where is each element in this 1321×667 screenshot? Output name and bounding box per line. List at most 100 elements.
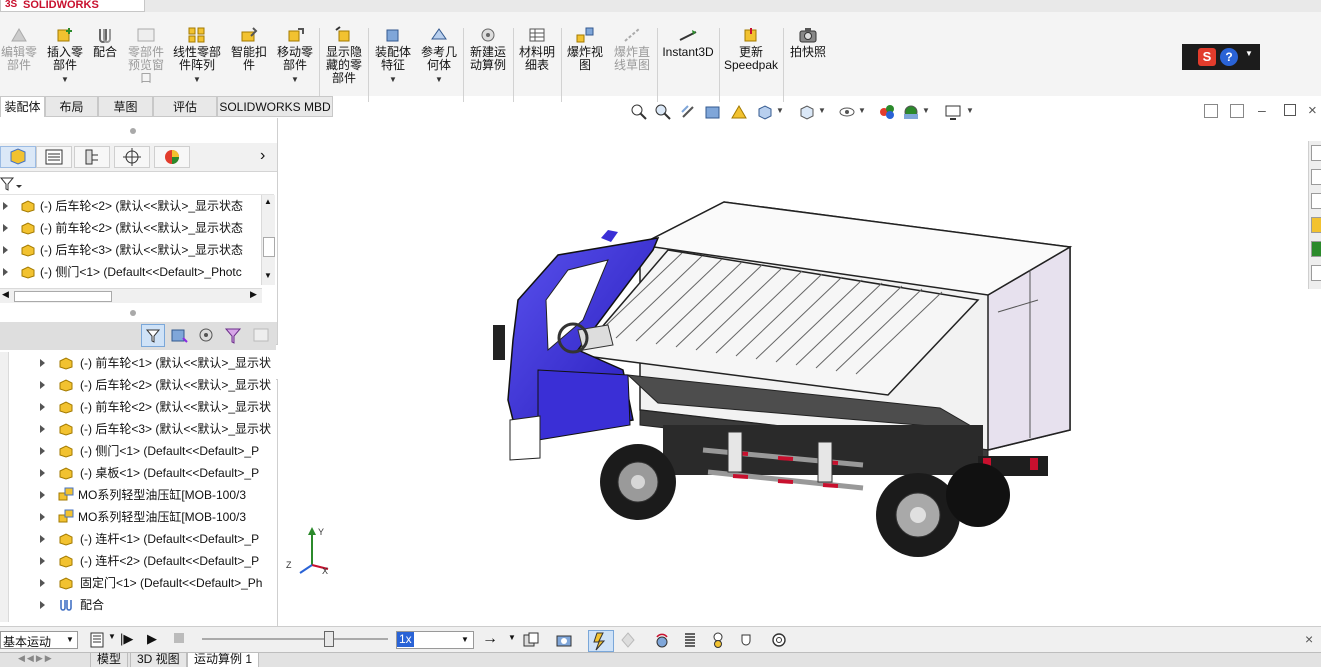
expand-arrow-icon[interactable] (3, 202, 8, 210)
tab-layout[interactable]: 布局 (45, 96, 98, 117)
tree-item[interactable]: (-) 桌板<1> (Default<<Default>_P (0, 462, 276, 484)
reference-geometry-button[interactable]: 参考几 何体 ▼ (418, 26, 460, 86)
expand-arrow-icon[interactable] (40, 579, 45, 587)
smart-fasteners-button[interactable]: 智能扣 件 (228, 26, 270, 72)
appearances-icon[interactable] (1311, 241, 1321, 257)
tree-item[interactable]: 配合 (0, 594, 276, 616)
assembly-features-button[interactable]: 装配体 特征 ▼ (372, 26, 414, 86)
display-style-icon[interactable] (798, 104, 816, 120)
section-view-icon[interactable] (704, 104, 722, 120)
zoom-to-fit-icon[interactable] (630, 104, 648, 120)
tree-item[interactable]: (-) 前车轮<2> (默认<<默认>_显示状 (0, 396, 276, 418)
view-settings-icon[interactable] (944, 104, 962, 120)
scroll-down-icon[interactable]: ▼ (264, 271, 272, 280)
solidworks-logo[interactable]: 3S SOLIDWORKS (0, 0, 145, 12)
panel-left-icon[interactable] (1204, 104, 1218, 118)
filter-icon[interactable] (0, 176, 22, 192)
chevron-down-icon[interactable]: ▼ (418, 73, 460, 86)
help-icon[interactable]: ? (1220, 48, 1238, 66)
tab-3d-views[interactable]: 3D 视图 (130, 653, 187, 667)
vertical-scrollbar[interactable] (0, 352, 9, 622)
expand-arrow-icon[interactable] (40, 425, 45, 433)
close-icon[interactable]: × (1308, 102, 1317, 119)
settings-gear-icon[interactable] (771, 632, 787, 648)
apply-scene-icon[interactable] (902, 104, 920, 120)
expand-arrow-icon[interactable] (40, 359, 45, 367)
mate-button[interactable]: 配合 (90, 26, 120, 59)
expand-arrow-icon[interactable] (40, 535, 45, 543)
filter-components-icon[interactable] (170, 326, 192, 346)
chevron-down-icon[interactable]: ▼ (66, 635, 74, 644)
chevron-down-icon[interactable]: ▼ (108, 632, 116, 641)
update-speedpak-button[interactable]: 更新 Speedpak (722, 26, 780, 72)
save-animation-icon[interactable] (523, 632, 539, 648)
study-type-select[interactable]: 基本运动 ▼ (0, 631, 78, 649)
tree-item[interactable]: (-) 连杆<2> (Default<<Default>_P (0, 550, 276, 572)
tree-item[interactable]: (-) 后车轮<3> (默认<<默认>_显示状 (0, 418, 276, 440)
chevron-down-icon[interactable]: ▼ (776, 106, 784, 115)
stop-icon[interactable] (174, 633, 184, 643)
tree-item[interactable]: (-) 后车轮<2> (默认<<默认>_显示状 (0, 374, 276, 396)
play-icon[interactable]: ▶ (147, 631, 157, 647)
scroll-left-icon[interactable]: ◀ (2, 289, 9, 300)
view-orientation-icon[interactable] (756, 104, 774, 120)
tab-motion-study-1[interactable]: 运动算例 1 (187, 653, 260, 667)
chevron-down-icon[interactable]: ▼ (508, 633, 516, 642)
splitter-handle[interactable] (130, 310, 136, 316)
view-palette-icon[interactable] (1311, 217, 1321, 233)
tab-model[interactable]: 模型 (90, 653, 129, 667)
property-manager-tab[interactable] (36, 146, 72, 168)
previous-view-icon[interactable] (680, 104, 698, 120)
custom-properties-icon[interactable] (1311, 265, 1321, 281)
expand-arrow-icon[interactable] (3, 246, 8, 254)
hide-show-items-icon[interactable] (838, 104, 856, 120)
tree-item[interactable]: 固定门<1> (Default<<Default>_Ph (0, 572, 276, 594)
chevron-down-icon[interactable]: ▼ (966, 106, 974, 115)
timeline-slider-track[interactable] (202, 638, 388, 640)
expand-arrow-icon[interactable] (40, 513, 45, 521)
zoom-to-area-icon[interactable] (654, 104, 672, 120)
horizontal-scrollbar[interactable]: ◀ ▶ (0, 288, 262, 303)
chevron-down-icon[interactable]: ▼ (818, 106, 826, 115)
tab-sketch[interactable]: 草图 (98, 96, 153, 117)
tree-item[interactable]: (-) 连杆<1> (Default<<Default>_P (0, 528, 276, 550)
edit-component-button[interactable]: 编辑零 部件 (0, 26, 38, 72)
playback-mode-icon[interactable]: → (482, 630, 498, 648)
tree-item[interactable]: (-) 后车轮<3> (默认<<默认>_显示状态 (0, 239, 262, 261)
take-snapshot-button[interactable]: 拍快照 (786, 26, 830, 59)
expand-arrow-icon[interactable] (40, 403, 45, 411)
component-preview-button[interactable]: 零部件 预览窗 口 (124, 26, 168, 85)
timeline-slider-thumb[interactable] (324, 631, 334, 647)
chevron-right-icon[interactable]: › (260, 147, 265, 165)
spring-icon[interactable] (682, 632, 698, 648)
chevron-down-icon[interactable]: ▼ (858, 106, 866, 115)
chevron-down-icon[interactable]: ▼ (372, 73, 414, 86)
chevron-down-icon[interactable]: ▼ (274, 73, 316, 86)
file-explorer-icon[interactable] (1311, 193, 1321, 209)
design-library-icon[interactable] (1311, 169, 1321, 185)
playback-speed-select[interactable]: 1x ▼ (396, 631, 474, 649)
chevron-down-icon[interactable]: ▼ (461, 635, 469, 644)
tab-scroll-arrows[interactable]: ◀◀▶▶ (18, 653, 54, 664)
motor-icon[interactable] (654, 632, 670, 648)
graphics-area[interactable]: Y Z X (278, 120, 1308, 626)
expand-arrow-icon[interactable] (40, 557, 45, 565)
explode-line-sketch-button[interactable]: 爆炸直 线草图 (610, 26, 654, 72)
vertical-scrollbar[interactable]: ▲ ▼ (261, 195, 275, 285)
splitter-handle[interactable] (130, 128, 136, 134)
filter-button[interactable] (141, 324, 165, 347)
expand-arrow-icon[interactable] (40, 601, 45, 609)
animation-wizard-icon[interactable] (556, 632, 572, 648)
gravity-icon[interactable] (738, 632, 754, 648)
scroll-thumb[interactable] (14, 291, 112, 302)
instant3d-button[interactable]: Instant3D (660, 26, 716, 59)
expand-arrow-icon[interactable] (40, 469, 45, 477)
expand-arrow-icon[interactable] (3, 224, 8, 232)
filter-disabled-icon[interactable] (251, 326, 273, 346)
restore-icon[interactable] (1284, 104, 1296, 116)
tree-item[interactable]: (-) 前车轮<2> (默认<<默认>_显示状态 (0, 217, 262, 239)
scroll-right-icon[interactable]: ▶ (250, 289, 257, 300)
bill-of-materials-button[interactable]: 材料明 细表 (516, 26, 558, 72)
insert-component-button[interactable]: 插入零 部件 ▼ (44, 26, 86, 86)
tree-item[interactable]: (-) 前车轮<1> (默认<<默认>_显示状 (0, 352, 276, 374)
